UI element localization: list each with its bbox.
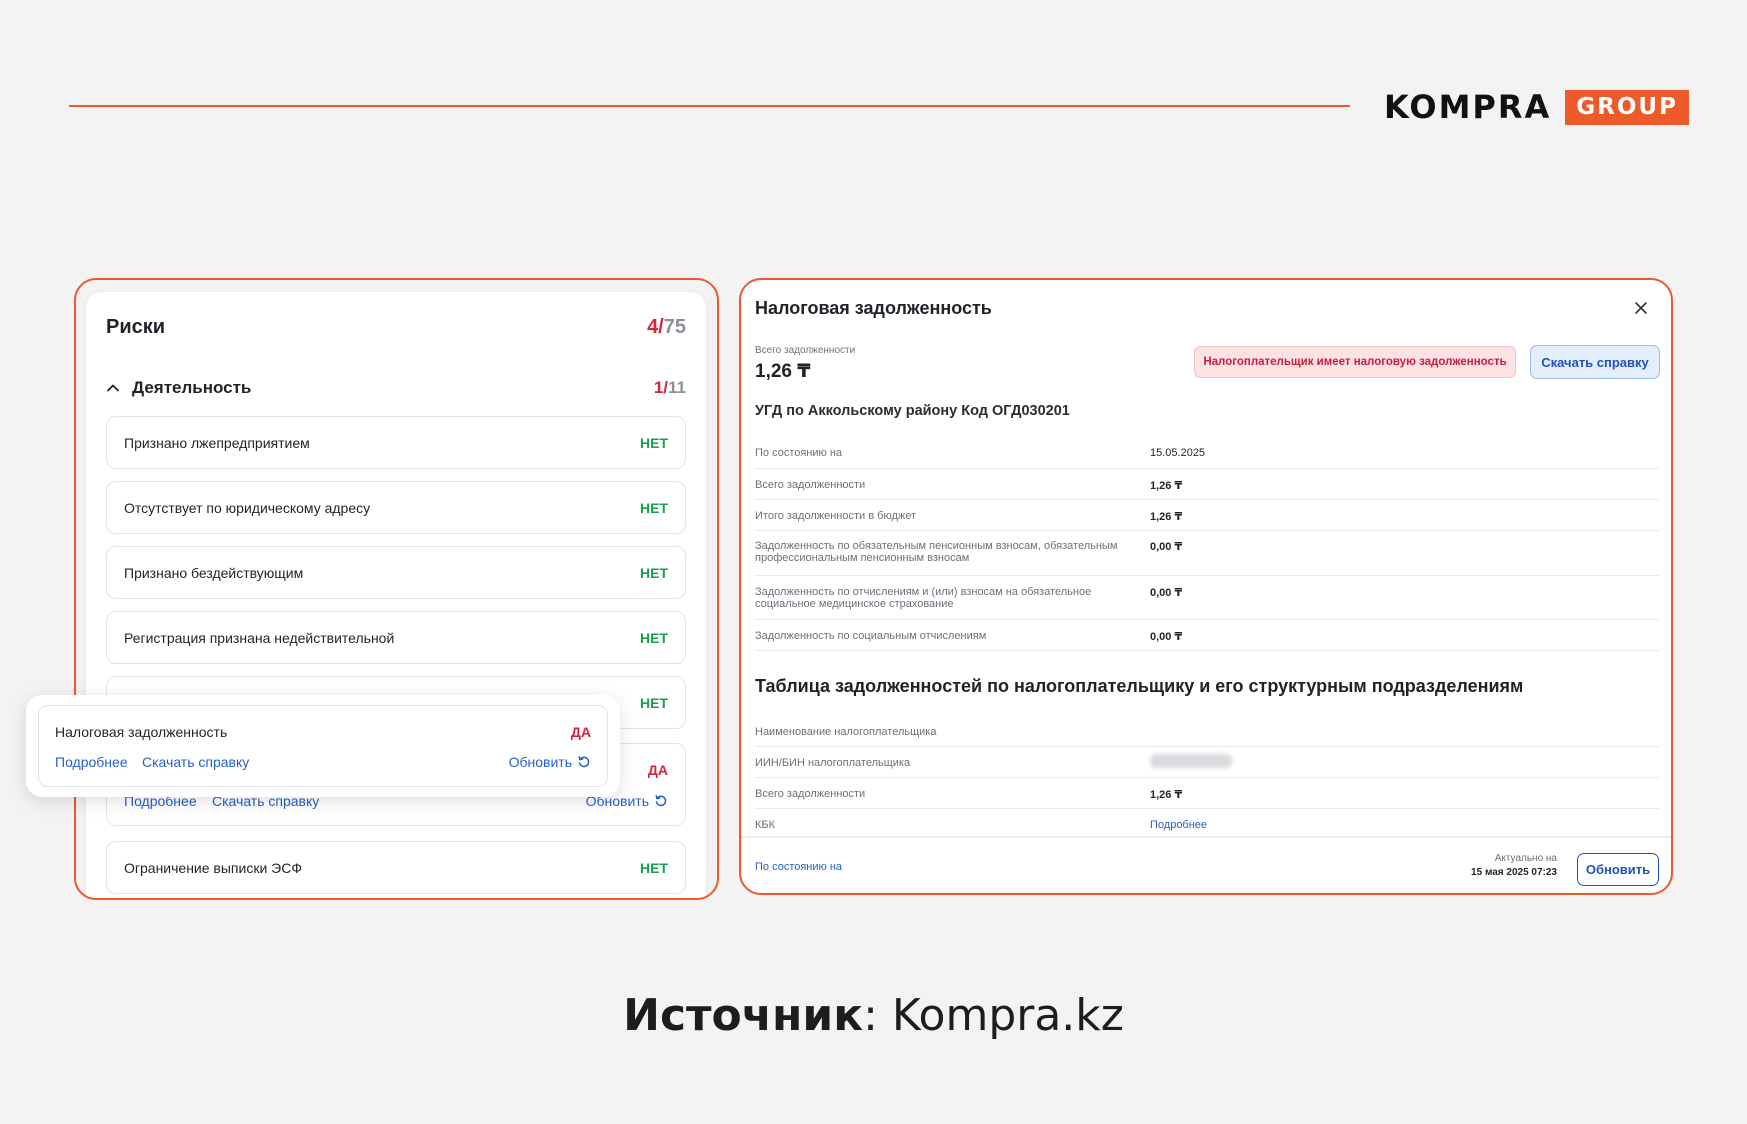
table-title: Таблица задолженностей по налогоплательщ… [755,676,1524,696]
section-count-hit: 1/ [653,378,669,397]
risk-label: Налоговая задолженность [55,724,228,740]
tax-debt-row[interactable]: Налоговая задолженность ДА Подробнее Ска… [38,705,608,787]
risk-row[interactable]: Признано лжепредприятием НЕТ [106,416,686,469]
header-rule [69,105,1350,107]
table-value: 1,26 ₸ [1150,789,1183,801]
logo-word: KOMPRA [1384,88,1552,126]
risk-status: НЕТ [640,565,668,581]
risk-label: Признано лжепредприятием [124,435,310,451]
risk-status: НЕТ [640,695,668,711]
section-count-total: 11 [668,378,686,397]
risk-row[interactable]: Ограничение выписки ЭСФ НЕТ [106,841,686,894]
detail-row: Итого задолженности в бюджет 1,26 ₸ [755,500,1660,531]
footer-divider [741,836,1671,838]
risk-status: НЕТ [640,630,668,646]
risk-row[interactable]: Признано бездействующим НЕТ [106,546,686,599]
risk-status: НЕТ [640,435,668,451]
table-row: Наименование налогоплательщика [755,716,1660,747]
refresh-button[interactable]: Обновить [1577,853,1659,886]
detail-value: 1,26 ₸ [1150,480,1183,492]
detail-value: 0,00 ₸ [1150,631,1183,643]
detail-row: Задолженность по социальным отчислениям … [755,620,1660,651]
refresh-label: Обновить [508,754,572,770]
refresh-link[interactable]: Обновить [509,754,591,770]
risk-row[interactable]: Регистрация признана недействительной НЕ… [106,611,686,664]
tax-debt-modal: Налоговая задолженность Всего задолженно… [739,278,1673,895]
detail-row: По состоянию на 15.05.2025 [755,438,1660,469]
detail-key: Задолженность по социальным отчислениям [755,630,987,642]
section-count: 1/11 [654,378,686,398]
risk-label: Признано бездействующим [124,565,304,581]
table-key: КБК [755,819,776,831]
detail-value: 0,00 ₸ [1150,541,1183,553]
risk-status: ДА [647,762,668,778]
table-row: ИИН/БИН налогоплательщика [755,747,1660,778]
detail-row: Всего задолженности 1,26 ₸ [755,469,1660,500]
ugd-heading: УГД по Аккольскому району Код ОГД030201 [755,403,1070,419]
redacted-value [1150,754,1232,771]
risk-label: Отсутствует по юридическому адресу [124,500,371,516]
download-link[interactable]: Скачать справку [142,754,249,770]
refresh-icon [655,795,667,807]
detail-value: 1,26 ₸ [1150,511,1183,523]
kompra-logo: KOMPRA GROUP [1384,88,1689,126]
tax-debt-popup: Налоговая задолженность ДА Подробнее Ска… [26,695,620,797]
details-list: По состоянию на 15.05.2025 Всего задолже… [755,438,1660,651]
as-of-link[interactable]: По состоянию на [755,861,842,873]
risks-title: Риски [106,316,166,338]
risk-row[interactable]: Отсутствует по юридическому адресу НЕТ [106,481,686,534]
source-label: Источник [623,990,864,1041]
detail-value: 0,00 ₸ [1150,587,1183,599]
risk-status: НЕТ [640,500,668,516]
source-caption: Источник: Kompra.kz [0,990,1747,1041]
total-value: 1,26 ₸ [755,361,811,382]
total-caption: Всего задолженности [755,345,856,356]
risk-status: ДА [570,724,591,740]
modal-title: Налоговая задолженность [755,298,992,318]
risks-count: 4/75 [647,316,686,339]
detail-value: 15.05.2025 [1150,447,1206,459]
download-certificate-button[interactable]: Скачать справку [1530,345,1660,379]
refresh-icon [578,756,590,768]
detail-row: Задолженность по отчислениям и (или) взн… [755,576,1660,620]
detail-key: По состоянию на [755,447,843,459]
more-link[interactable]: Подробнее [55,754,128,770]
section-activity[interactable]: Деятельность 1/11 [106,378,686,402]
section-title: Деятельность [132,378,252,397]
table-key: Наименование налогоплательщика [755,726,937,738]
actual-date: 15 мая 2025 07:23 [1471,867,1557,878]
close-icon[interactable] [1633,300,1649,316]
detail-key: Всего задолженности [755,479,866,491]
taxpayer-table: Наименование налогоплательщика ИИН/БИН н… [755,716,1660,840]
logo-badge: GROUP [1565,89,1689,125]
risk-label: Ограничение выписки ЭСФ [124,860,302,876]
kbk-more-link[interactable]: Подробнее [1150,819,1207,831]
detail-key: Задолженность по отчислениям и (или) взн… [755,586,1092,610]
risk-label: Регистрация признана недействительной [124,630,395,646]
table-key: Всего задолженности [755,788,866,800]
table-key: ИИН/БИН налогоплательщика [755,757,911,769]
risk-status: НЕТ [640,860,668,876]
detail-key: Итого задолженности в бюджет [755,510,917,522]
risks-screenshot-frame: Риски 4/75 Деятельность 1/11 Признано лж… [74,278,719,900]
actual-caption: Актуально на [1494,853,1557,864]
risks-card: Риски 4/75 Деятельность 1/11 Признано лж… [86,292,706,898]
source-value: : Kompra.kz [863,990,1124,1041]
chevron-up-icon[interactable] [106,381,120,395]
table-row: Всего задолженности 1,26 ₸ [755,778,1660,809]
debt-status-badge: Налогоплательщик имеет налоговую задолже… [1194,346,1516,378]
risks-count-hit: 4/ [647,316,664,338]
detail-key: Задолженность по обязательным пенсионным… [755,540,1118,564]
detail-row: Задолженность по обязательным пенсионным… [755,531,1660,576]
risks-count-total: 75 [663,316,686,338]
